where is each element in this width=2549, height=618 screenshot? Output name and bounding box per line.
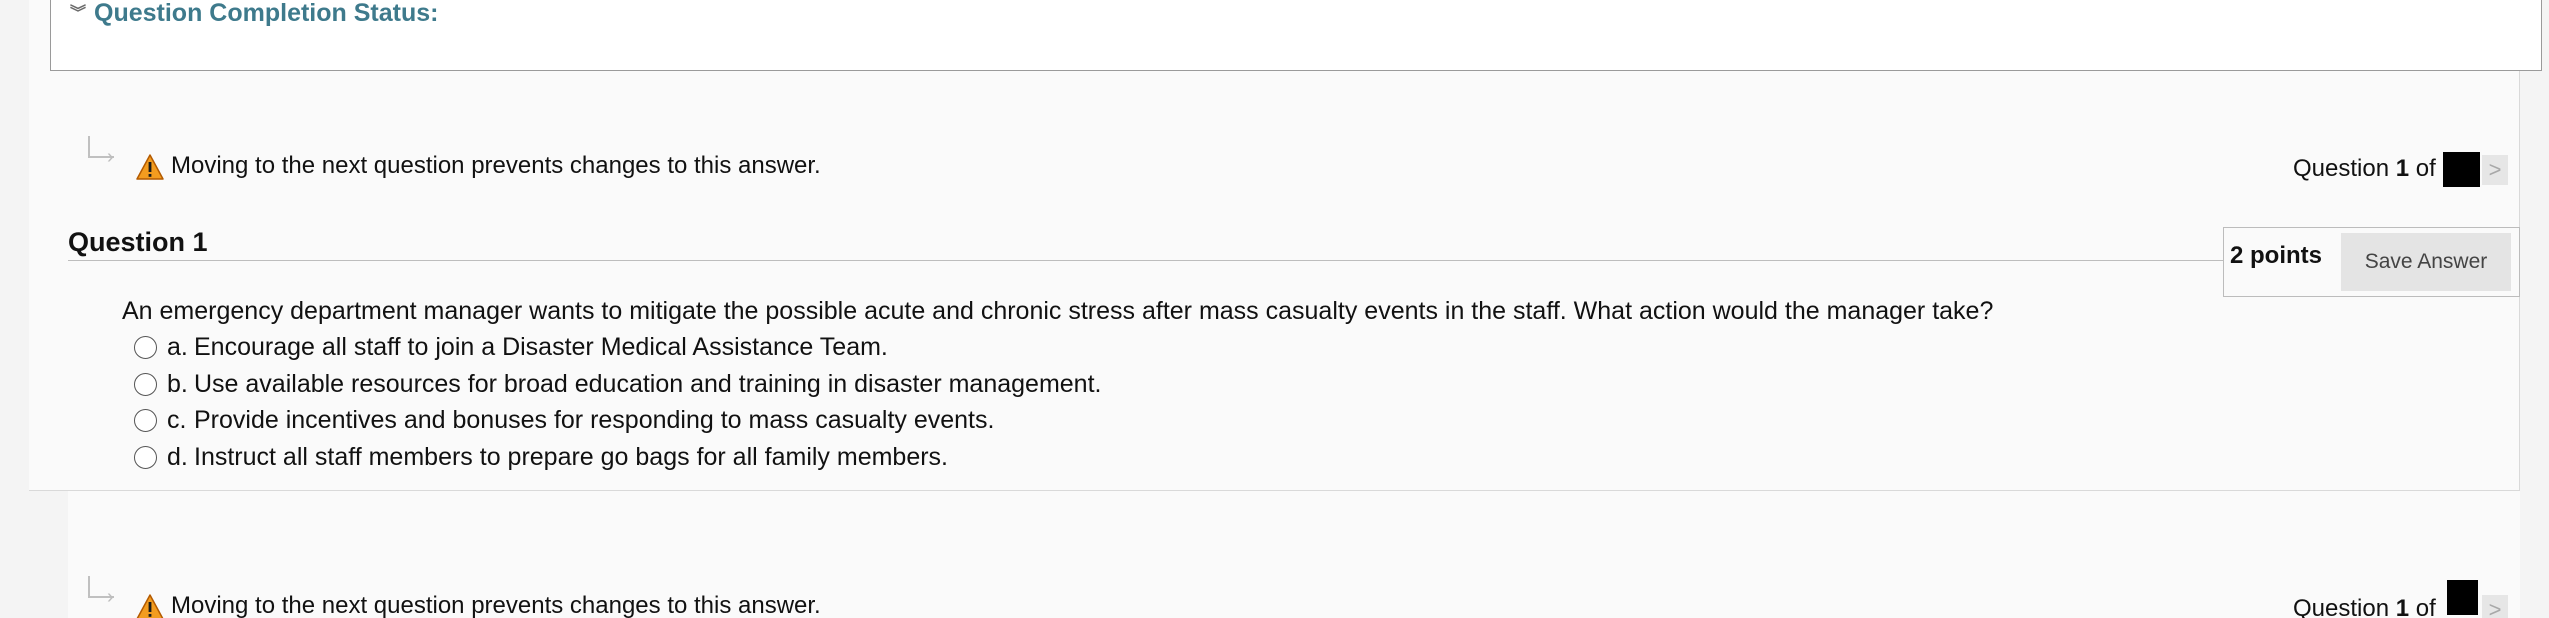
answer-option-d[interactable]: d. Instruct all staff members to prepare…	[134, 440, 948, 474]
option-letter: a.	[167, 332, 188, 361]
question-nav-top: › Moving to the next question prevents c…	[0, 136, 2549, 187]
redacted-total	[2443, 152, 2480, 187]
radio-button-d[interactable]	[134, 445, 157, 469]
next-question-button[interactable]: >	[2482, 155, 2508, 185]
option-letter: d.	[167, 442, 188, 471]
question-completion-status-panel: ︾ Question Completion Status:	[50, 0, 2542, 71]
option-text: Instruct all staff members to prepare go…	[194, 442, 949, 471]
question-completion-status-title: Question Completion Status:	[94, 0, 439, 27]
question-completion-status-toggle[interactable]: ︾ Question Completion Status:	[70, 0, 438, 28]
radio-button-b[interactable]	[134, 372, 157, 396]
redacted-total	[2447, 580, 2478, 615]
arrow-right-icon: ›	[107, 146, 114, 168]
question-title: Question 1	[68, 227, 208, 257]
navigation-warning-text: Moving to the next question prevents cha…	[171, 152, 821, 179]
question-counter: Question 1 of	[2293, 595, 2436, 618]
warning-triangle-icon	[136, 594, 164, 618]
chevron-right-icon: >	[2488, 157, 2502, 182]
save-answer-button[interactable]: Save Answer	[2341, 233, 2511, 291]
next-question-button[interactable]: >	[2482, 595, 2508, 618]
option-text: Use available resources for broad educat…	[194, 369, 1102, 398]
answer-option-c[interactable]: c. Provide incentives and bonuses for re…	[134, 403, 994, 437]
arrow-right-icon: ›	[107, 586, 114, 608]
answer-option-b[interactable]: b. Use available resources for broad edu…	[134, 367, 1101, 401]
chevron-right-icon: >	[2488, 597, 2502, 618]
option-letter: b.	[167, 369, 188, 398]
radio-button-a[interactable]	[134, 335, 157, 359]
points-panel: 2 points Save Answer	[2223, 227, 2520, 297]
question-nav-bottom: › Moving to the next question prevents c…	[0, 576, 2549, 618]
option-text: Encourage all staff to join a Disaster M…	[194, 332, 888, 361]
answer-option-a[interactable]: a. Encourage all staff to join a Disaste…	[134, 330, 888, 364]
warning-triangle-icon	[136, 154, 164, 180]
question-divider	[68, 260, 2223, 261]
radio-button-c[interactable]	[134, 408, 157, 432]
question-text: An emergency department manager wants to…	[122, 297, 1994, 325]
option-text: Provide incentives and bonuses for respo…	[194, 405, 995, 434]
question-counter: Question 1 of	[2293, 155, 2436, 182]
points-value: 2 points	[2230, 242, 2323, 269]
navigation-warning-text: Moving to the next question prevents cha…	[171, 592, 821, 618]
double-chevron-down-icon: ︾	[70, 4, 87, 22]
option-letter: c.	[167, 405, 187, 434]
